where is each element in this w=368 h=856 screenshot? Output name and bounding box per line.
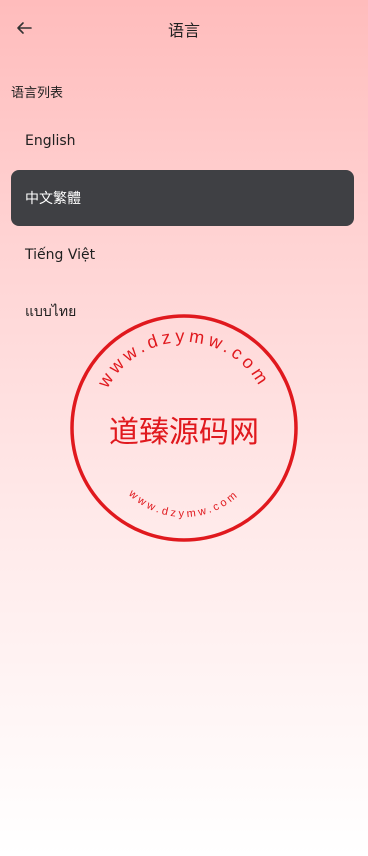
page-title: 语言 — [167, 21, 200, 40]
language-item-label: 中文繁體 — [25, 191, 81, 207]
language-list-heading: 语言列表 — [11, 86, 64, 101]
language-list: English 中文繁體 Tiếng Việt แบบไทย — [11, 113, 354, 341]
watermark-center-text: 道臻源码网 — [109, 415, 259, 450]
watermark-seal: www.dzymw.com 道臻源码网 www.dzymw.com — [70, 314, 298, 542]
language-item-label: English — [25, 133, 76, 149]
language-item-english[interactable]: English — [11, 113, 354, 169]
watermark-bottom-ring-text: www.dzymw.com — [126, 487, 242, 520]
language-item-label: Tiếng Việt — [25, 247, 96, 263]
app-header: 语言 — [0, 0, 368, 56]
language-item-traditional-chinese[interactable]: 中文繁體 — [11, 170, 354, 226]
watermark-stamp: www.dzymw.com 道臻源码网 www.dzymw.com — [68, 312, 300, 544]
language-item-vietnamese[interactable]: Tiếng Việt — [11, 227, 354, 283]
svg-text:www.dzymw.com: www.dzymw.com — [126, 487, 242, 520]
